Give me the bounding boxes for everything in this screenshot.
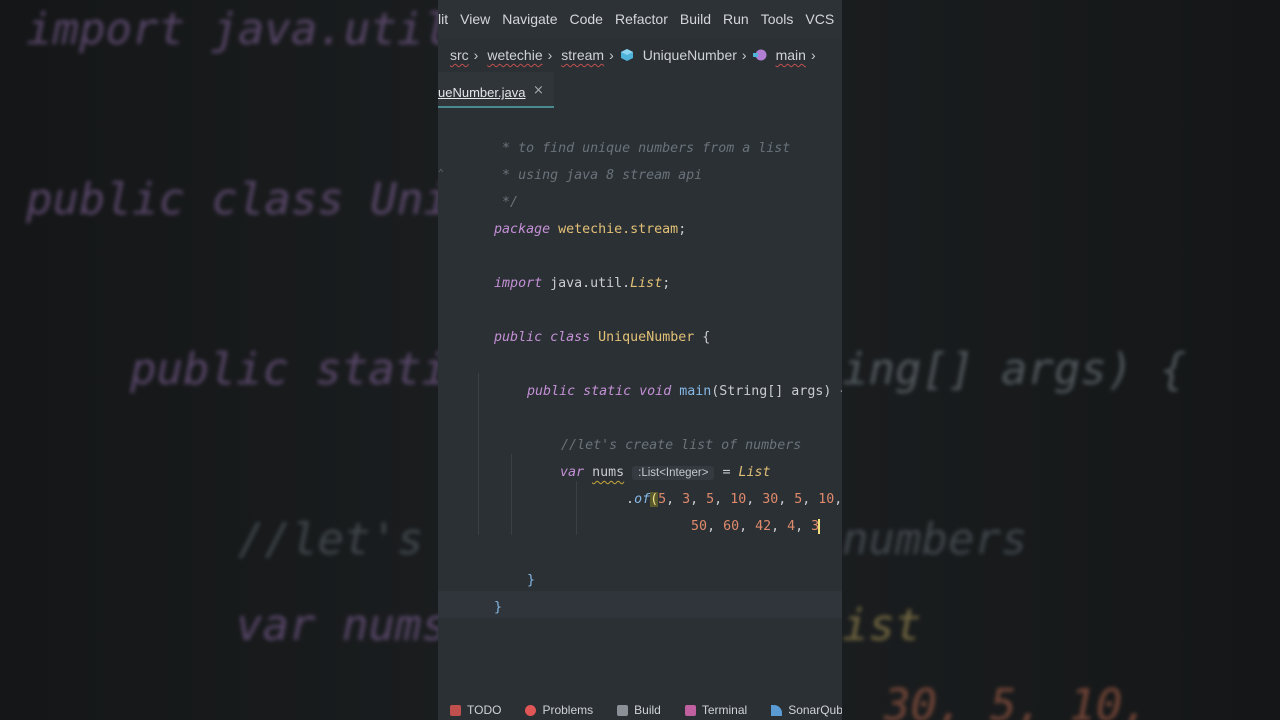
menu-tools[interactable]: Tools xyxy=(755,11,800,27)
class-icon xyxy=(620,49,633,61)
brace: } xyxy=(494,600,503,615)
sonarqube-icon xyxy=(771,704,783,716)
menu-navigate[interactable]: Navigate xyxy=(496,11,563,27)
tab-label: ueNumber.java xyxy=(438,85,526,100)
code-line: import java.util.List; xyxy=(446,243,670,291)
tool-label: SonarQube xyxy=(788,703,842,717)
menu-refactor[interactable]: Refactor xyxy=(609,11,674,27)
import-path: java.util. xyxy=(550,276,631,291)
menu-view[interactable]: View xyxy=(454,11,496,27)
chevron-right-icon: › xyxy=(810,47,816,63)
doc-comment: * using java 8 stream api xyxy=(494,168,703,183)
breadcrumb: src › wetechie › stream › UniqueNumber ›… xyxy=(438,38,842,72)
code-line: var nums:List<Integer> = List xyxy=(512,432,771,480)
code-line: public class UniqueNumber { xyxy=(446,297,710,345)
menu-code[interactable]: Code xyxy=(563,11,608,27)
editor-tabs: ueNumber.java × xyxy=(438,72,842,108)
code-line: } xyxy=(479,540,535,588)
keyword: void xyxy=(639,384,672,399)
number-literal: 10 xyxy=(818,492,835,507)
text-cursor xyxy=(818,518,821,534)
tool-terminal[interactable]: Terminal xyxy=(684,703,748,717)
code-line: } xyxy=(446,567,502,615)
backdrop-text: 30, 5, 10, xyxy=(884,680,1149,720)
keyword: class xyxy=(550,330,591,345)
punctuation: ; xyxy=(662,276,671,291)
class-ref: List xyxy=(630,276,663,291)
menu-build[interactable]: Build xyxy=(674,11,717,27)
tool-label: Terminal xyxy=(701,703,748,717)
backdrop-text: //let's xyxy=(238,514,424,565)
code-line: //let's create list of numbers xyxy=(513,405,801,453)
code-line: package wetechie.stream; xyxy=(446,189,686,237)
backdrop-text: var nums xyxy=(236,600,448,651)
menu-vcs[interactable]: VCS xyxy=(799,11,840,27)
tool-problems[interactable]: Problems xyxy=(525,703,593,717)
method-name: main xyxy=(679,384,712,399)
code-line: * to find unique numbers from a list xyxy=(446,108,790,156)
menu-run[interactable]: Run xyxy=(717,11,755,27)
chevron-right-icon: › xyxy=(547,47,553,63)
method-icon xyxy=(752,49,767,61)
todo-icon xyxy=(450,704,461,716)
backdrop-text: ing[] args) { xyxy=(842,344,1187,395)
tool-label: Build xyxy=(634,703,661,717)
tab-uniquenumber-java[interactable]: ueNumber.java × xyxy=(438,72,554,108)
backdrop-text: public stati xyxy=(130,344,448,395)
close-icon[interactable]: × xyxy=(533,83,544,98)
method-params: (String[] args) { xyxy=(711,384,842,399)
ide-window: lit View Navigate Code Refactor Build Ru… xyxy=(438,0,842,720)
code-line: * using java 8 stream api xyxy=(446,135,702,183)
backdrop-text: public class Uni xyxy=(26,174,450,225)
keyword: package xyxy=(494,222,551,237)
package-name: wetechie.stream xyxy=(558,222,679,237)
chevron-right-icon: › xyxy=(473,47,479,63)
punctuation: ; xyxy=(678,222,687,237)
tool-label: Problems xyxy=(542,703,594,717)
number-literal: 4 xyxy=(787,519,796,534)
chevron-right-icon: › xyxy=(741,47,747,63)
code-line: */ xyxy=(446,162,518,210)
code-line: .of(5, 3, 5, 10, 30, 5, 10, xyxy=(626,492,842,507)
backdrop-text: numbers xyxy=(842,514,1028,565)
punctuation: . xyxy=(626,492,635,507)
terminal-icon xyxy=(684,704,696,716)
indent-guide xyxy=(576,481,577,535)
backdrop-text: ist xyxy=(842,600,922,651)
keyword: public xyxy=(494,330,543,345)
number-literal: 50 xyxy=(691,519,708,534)
tool-build[interactable]: Build xyxy=(617,703,661,717)
code-line: 50, 60, 42, 4, 3 xyxy=(691,518,821,534)
number-literal: 42 xyxy=(755,519,772,534)
breadcrumb-wetechie[interactable]: wetechie xyxy=(484,47,545,63)
brace: } xyxy=(527,573,536,588)
breadcrumb-uniquenumber[interactable]: UniqueNumber xyxy=(640,47,740,63)
build-icon xyxy=(617,704,629,716)
tool-sonarqube[interactable]: SonarQube xyxy=(771,703,842,717)
brace: { xyxy=(702,330,711,345)
class-name: UniqueNumber xyxy=(598,330,695,345)
tool-label: TODO xyxy=(467,703,502,717)
fold-icon[interactable]: ⌃ xyxy=(438,168,444,179)
code-line: public static void main(String[] args) { xyxy=(479,351,842,399)
breadcrumb-main[interactable]: main xyxy=(773,47,809,63)
problems-icon xyxy=(525,704,537,716)
menu-bar: lit View Navigate Code Refactor Build Ru… xyxy=(438,0,842,38)
chevron-right-icon: › xyxy=(609,47,614,63)
tool-todo[interactable]: TODO xyxy=(450,703,501,717)
keyword: static xyxy=(583,384,632,399)
menu-edit[interactable]: lit xyxy=(438,11,454,27)
breadcrumb-src[interactable]: src xyxy=(447,47,472,63)
code-editor[interactable]: ⌃ * to find unique numbers from a list *… xyxy=(438,108,842,688)
number-literal: 60 xyxy=(723,519,740,534)
keyword: public xyxy=(527,384,576,399)
breadcrumb-stream[interactable]: stream xyxy=(558,47,607,63)
backdrop-text: import java.util xyxy=(26,4,450,55)
tool-window-bar: TODO Problems Build Terminal SonarQube xyxy=(438,700,842,720)
keyword: import xyxy=(494,276,543,291)
